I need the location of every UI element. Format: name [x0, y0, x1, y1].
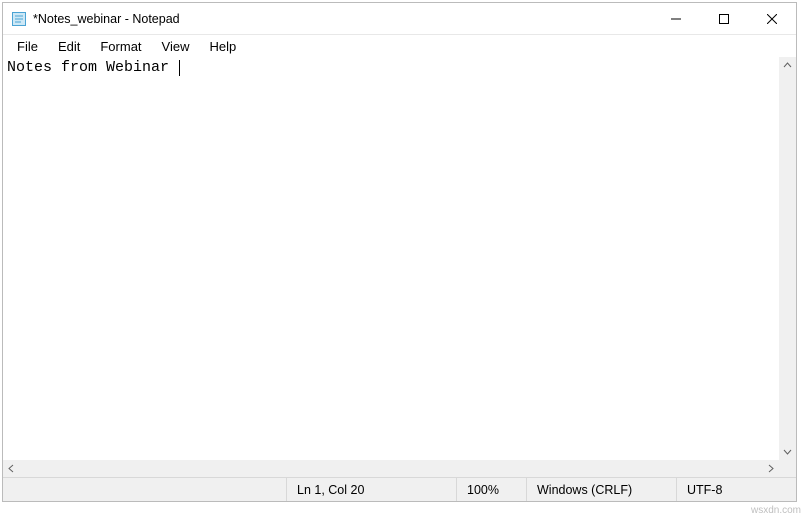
- title-bar[interactable]: *Notes_webinar - Notepad: [3, 3, 796, 35]
- status-zoom: 100%: [456, 478, 526, 501]
- scroll-down-icon[interactable]: [779, 443, 796, 460]
- menu-bar: File Edit Format View Help: [3, 35, 796, 57]
- status-line-col: Ln 1, Col 20: [286, 478, 456, 501]
- menu-edit[interactable]: Edit: [48, 37, 90, 56]
- vertical-scrollbar[interactable]: [779, 57, 796, 460]
- scroll-right-icon[interactable]: [762, 460, 779, 477]
- watermark: wsxdn.com: [751, 505, 801, 516]
- editor-text[interactable]: Notes from Webinar: [7, 59, 178, 76]
- menu-help[interactable]: Help: [199, 37, 246, 56]
- editor-wrap: Notes from Webinar: [3, 57, 796, 477]
- editor-content[interactable]: Notes from Webinar: [3, 57, 779, 460]
- scroll-corner: [779, 460, 796, 477]
- text-editor[interactable]: Notes from Webinar: [3, 57, 796, 460]
- menu-view[interactable]: View: [152, 37, 200, 56]
- horizontal-scrollbar[interactable]: [3, 460, 796, 477]
- scroll-left-icon[interactable]: [3, 460, 20, 477]
- close-button[interactable]: [748, 3, 796, 34]
- status-spacer: [3, 478, 286, 501]
- text-caret: [179, 60, 180, 76]
- menu-format[interactable]: Format: [90, 37, 151, 56]
- status-encoding: UTF-8: [676, 478, 796, 501]
- window-controls: [652, 3, 796, 34]
- status-bar: Ln 1, Col 20 100% Windows (CRLF) UTF-8: [3, 477, 796, 501]
- window-title: *Notes_webinar - Notepad: [33, 12, 180, 26]
- notepad-icon: [11, 11, 27, 27]
- app-window: *Notes_webinar - Notepad File Edit Forma…: [2, 2, 797, 502]
- minimize-button[interactable]: [652, 3, 700, 34]
- scroll-up-icon[interactable]: [779, 57, 796, 74]
- maximize-button[interactable]: [700, 3, 748, 34]
- status-eol: Windows (CRLF): [526, 478, 676, 501]
- menu-file[interactable]: File: [7, 37, 48, 56]
